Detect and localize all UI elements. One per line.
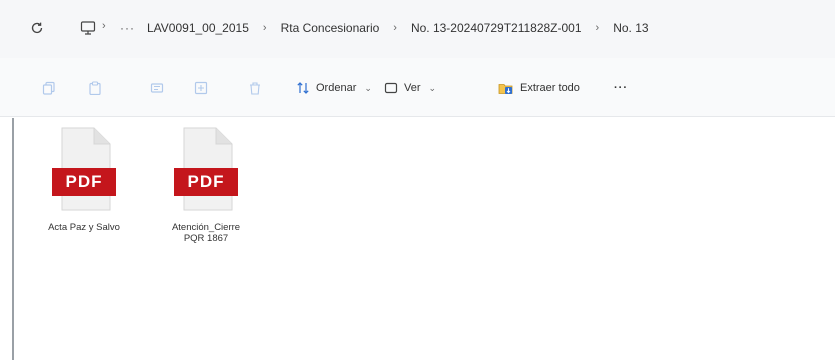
extract-folder-icon — [498, 84, 513, 94]
pane-divider[interactable] — [12, 118, 14, 360]
file-item-acta-paz-y-salvo[interactable]: PDF Acta Paz y Salvo — [36, 120, 132, 233]
sort-icon — [297, 82, 309, 94]
view-icon — [384, 82, 398, 94]
extract-all-button[interactable]: Extraer todo — [498, 80, 580, 96]
extract-all-label: Extraer todo — [520, 82, 580, 94]
refresh-icon[interactable] — [30, 21, 44, 35]
pdf-file-icon: PDF — [172, 126, 240, 212]
share-button[interactable] — [194, 80, 208, 96]
file-name: Acta Paz y Salvo — [48, 222, 120, 233]
breadcrumb-item-lav0091[interactable]: LAV0091_00_2015 — [145, 20, 251, 36]
breadcrumb-separator-icon: › — [393, 22, 397, 34]
breadcrumb-separator-icon: › — [102, 20, 106, 32]
breadcrumb-item-zip-folder[interactable]: No. 13-20240729T211828Z-001 — [409, 20, 584, 36]
delete-button[interactable] — [248, 80, 262, 96]
trash-icon — [250, 82, 260, 95]
pdf-badge-label: PDF — [65, 172, 103, 191]
more-options-button[interactable]: ··· — [614, 80, 628, 96]
rename-button[interactable] — [150, 80, 164, 96]
view-label: Ver — [404, 82, 421, 94]
sort-label: Ordenar — [316, 82, 357, 94]
clipboard-icon — [89, 81, 101, 95]
breadcrumb-separator-icon: › — [595, 22, 600, 34]
copy-icon — [42, 81, 55, 95]
command-bar: Ordenar ⌄ Ver ⌄ Extraer todo ··· — [0, 58, 835, 117]
pdf-badge-label: PDF — [187, 172, 225, 191]
view-button[interactable]: Ver ⌄ — [384, 80, 436, 96]
breadcrumb-item-rta-concesionario[interactable]: Rta Concesionario — [279, 20, 382, 36]
pdf-file-icon: PDF — [50, 126, 118, 212]
breadcrumb: ··· LAV0091_00_2015 › Rta Concesionario … — [120, 20, 651, 36]
chevron-down-icon: ⌄ — [364, 82, 372, 93]
sort-button[interactable]: Ordenar ⌄ — [296, 80, 372, 96]
breadcrumb-item-no-13[interactable]: No. 13 — [611, 20, 650, 36]
rename-icon — [150, 83, 164, 93]
breadcrumb-overflow-button[interactable]: ··· — [120, 21, 135, 35]
computer-icon[interactable] — [80, 21, 96, 35]
chevron-down-icon: ⌄ — [428, 82, 437, 93]
copy-button[interactable] — [42, 80, 56, 96]
breadcrumb-separator-icon: › — [262, 22, 267, 34]
paste-button[interactable] — [88, 80, 102, 96]
file-item-atencion-cierre[interactable]: PDF Atención_Cierre PQR 1867 — [158, 120, 254, 244]
file-name: Atención_Cierre PQR 1867 — [171, 222, 241, 244]
address-bar: › ··· LAV0091_00_2015 › Rta Concesionari… — [0, 0, 835, 59]
share-icon — [194, 81, 208, 95]
